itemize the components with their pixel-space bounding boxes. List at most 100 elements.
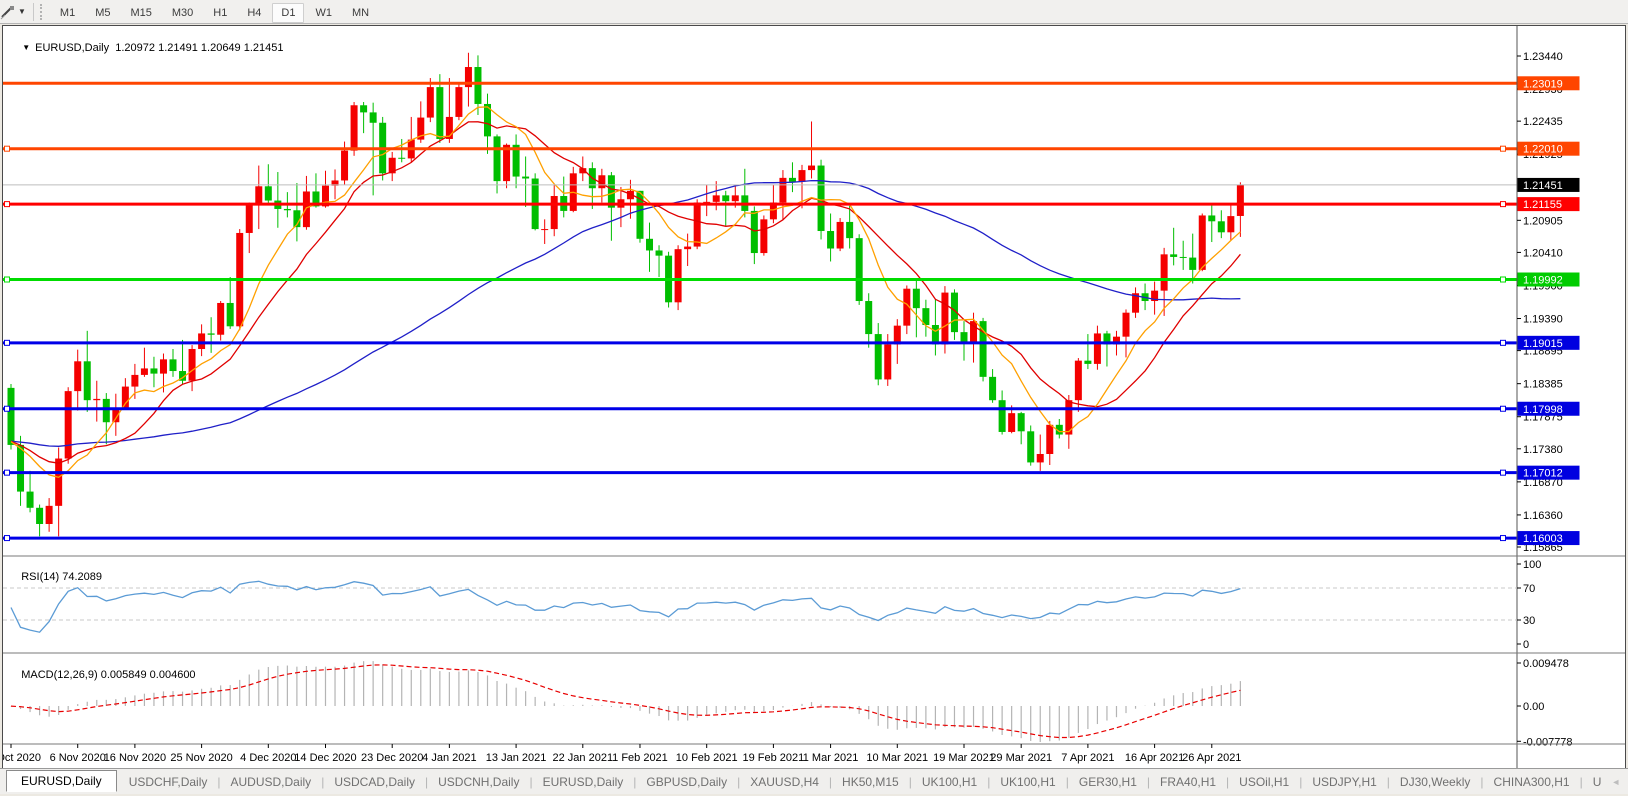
date-tick-label: 26 Apr 2021	[1182, 752, 1241, 764]
ohlc-close: 1.21451	[244, 42, 284, 54]
timeframe-button-m30[interactable]: M30	[163, 3, 202, 23]
crosshair-pointer-icon	[0, 4, 17, 20]
chart-tab-fra40-h1[interactable]: FRA40,H1	[1150, 772, 1226, 792]
macd-scale-label: 0.009478	[1523, 658, 1569, 670]
timeframe-button-group: M1M5M15M30H1H4D1W1MN	[50, 3, 379, 21]
date-tick-label: 6 Nov 2020	[50, 752, 106, 764]
timeframe-button-h1[interactable]: H1	[204, 3, 236, 23]
chart-tab-eurusd-daily[interactable]: EURUSD,Daily	[533, 772, 634, 792]
chart-tab-dj30-weekly[interactable]: DJ30,Weekly	[1390, 772, 1480, 792]
tabs-container: EURUSD,DailyUSDCHF,Daily|AUDUSD,Daily|US…	[0, 771, 1611, 793]
candle-6	[65, 387, 72, 463]
price-tick-label: 1.20905	[1523, 215, 1563, 227]
date-tick-label: 1 Mar 2021	[803, 752, 859, 764]
hline-handle[interactable]	[1501, 340, 1506, 345]
date-tick-label: 1 Feb 2021	[612, 752, 668, 764]
date-tick-label: 10 Mar 2021	[866, 752, 928, 764]
price-tick-label: 1.18385	[1523, 379, 1563, 391]
price-badge-label: 1.17998	[1523, 404, 1563, 416]
cursor-tool-button[interactable]: ▼	[0, 2, 29, 22]
price-tick-label: 1.17380	[1523, 444, 1563, 456]
chart-tab-gbpusd-daily[interactable]: GBPUSD,Daily	[636, 772, 737, 792]
ohlc-low: 1.20649	[201, 42, 241, 54]
date-tick-label: 19 Feb 2021	[743, 752, 805, 764]
price-tick-label: 1.19390	[1523, 314, 1563, 326]
rsi-scale-label: 70	[1523, 583, 1535, 595]
candle-79	[760, 215, 767, 255]
chart-tab-usdjpy-h1[interactable]: USDJPY,H1	[1302, 772, 1386, 792]
candle-47	[455, 83, 462, 120]
date-tick-label: 29 Mar 2021	[990, 752, 1052, 764]
chart-tab-usoil-h1[interactable]: USOil,H1	[1229, 772, 1299, 792]
tab-scroll-left-icon[interactable]: ◄	[1611, 777, 1620, 787]
hline-handle[interactable]	[1501, 277, 1506, 282]
top-toolbar: ▼ M1M5M15M30H1H4D1W1MN	[0, 0, 1628, 24]
hline-handle[interactable]	[1501, 536, 1506, 541]
rsi-value: 74.2089	[62, 571, 102, 583]
hline-handle[interactable]	[5, 536, 10, 541]
date-tick-label: 10 Feb 2021	[676, 752, 738, 764]
chart-tab-audusd-daily[interactable]: AUDUSD,Daily	[221, 772, 322, 792]
price-badge-label: 1.21451	[1523, 180, 1563, 192]
price-tick-label: 1.20410	[1523, 247, 1563, 259]
price-badge-label: 1.23019	[1523, 78, 1563, 90]
date-tick-label: 7 Apr 2021	[1061, 752, 1114, 764]
chart-plot[interactable]: 1.234401.229301.224351.219251.209051.204…	[3, 26, 1625, 769]
hline-handle[interactable]	[5, 470, 10, 475]
timeframe-button-m1[interactable]: M1	[51, 3, 84, 23]
hline-handle[interactable]	[1501, 470, 1506, 475]
timeframe-button-m5[interactable]: M5	[86, 3, 119, 23]
timeframe-button-h4[interactable]: H4	[238, 3, 270, 23]
chart-tab-usdcnh-daily[interactable]: USDCNH,Daily	[428, 772, 529, 792]
chart-tab-uk100-h1[interactable]: UK100,H1	[912, 772, 987, 792]
chart-tab-hk50-m15[interactable]: HK50,M15	[832, 772, 909, 792]
chart-tab-xauusd-h4[interactable]: XAUUSD,H4	[740, 772, 829, 792]
chart-tab-eurusd-daily-active[interactable]: EURUSD,Daily	[6, 770, 117, 792]
timeframe-button-d1[interactable]: D1	[272, 3, 304, 23]
date-tick-label: 14 Dec 2020	[294, 752, 356, 764]
candle-125	[1199, 214, 1206, 272]
rsi-name: RSI(14)	[21, 571, 59, 583]
chart-tab-usdchf-daily[interactable]: USDCHF,Daily	[119, 772, 218, 792]
timeframe-button-mn[interactable]: MN	[343, 3, 378, 23]
chart-tab-china300-h1[interactable]: CHINA300,H1	[1484, 772, 1580, 792]
hline-handle[interactable]	[1501, 146, 1506, 151]
macd-scale-label: 0.00	[1523, 701, 1544, 713]
candle-87	[837, 218, 844, 251]
timeframe-button-m15[interactable]: M15	[121, 3, 160, 23]
price-badge-label: 1.17012	[1523, 468, 1563, 480]
price-badge-label: 1.21155	[1523, 199, 1562, 211]
candle-55	[532, 173, 539, 230]
price-badge-label: 1.19015	[1523, 338, 1563, 350]
price-badge-label: 1.19992	[1523, 274, 1563, 286]
price-badge-label: 1.16003	[1523, 533, 1563, 545]
chart-title: ▼EURUSD,Daily 1.20972 1.21491 1.20649 1.…	[10, 30, 284, 66]
collapse-triangle-icon[interactable]: ▼	[22, 43, 30, 52]
hline-handle[interactable]	[5, 340, 10, 345]
hline-handle[interactable]	[5, 202, 10, 207]
chart-tab-usdcad-daily[interactable]: USDCAD,Daily	[324, 772, 425, 792]
date-tick-label: 22 Jan 2021	[553, 752, 614, 764]
price-tick-label: 1.16360	[1523, 510, 1563, 522]
candle-107	[1027, 425, 1034, 465]
macd-indicator-label: MACD(12,26,9) 0.005849 0.004600	[9, 657, 196, 693]
chart-symbol-label: EURUSD,Daily	[35, 42, 109, 54]
timeframe-button-w1[interactable]: W1	[306, 3, 341, 23]
price-tick-label: 1.23440	[1523, 51, 1563, 63]
candle-89	[856, 234, 863, 305]
chart-tab-u[interactable]: U	[1583, 772, 1612, 792]
date-tick-label: 19 Mar 2021	[933, 752, 995, 764]
chart-tab-ger30-h1[interactable]: GER30,H1	[1069, 772, 1147, 792]
date-tick-label: 28 Oct 2020	[3, 752, 41, 764]
hline-handle[interactable]	[5, 277, 10, 282]
hline-handle[interactable]	[5, 406, 10, 411]
toolbar-grip-handle[interactable]	[40, 4, 45, 20]
hline-handle[interactable]	[5, 146, 10, 151]
macd-scale-label: -0.007778	[1523, 736, 1573, 748]
ohlc-high: 1.21491	[158, 42, 198, 54]
price-badge-label: 1.22010	[1523, 144, 1563, 156]
macd-main-value: 0.005849	[101, 669, 147, 681]
chart-tab-uk100-h1[interactable]: UK100,H1	[990, 772, 1065, 792]
hline-handle[interactable]	[1501, 406, 1506, 411]
hline-handle[interactable]	[1501, 202, 1506, 207]
